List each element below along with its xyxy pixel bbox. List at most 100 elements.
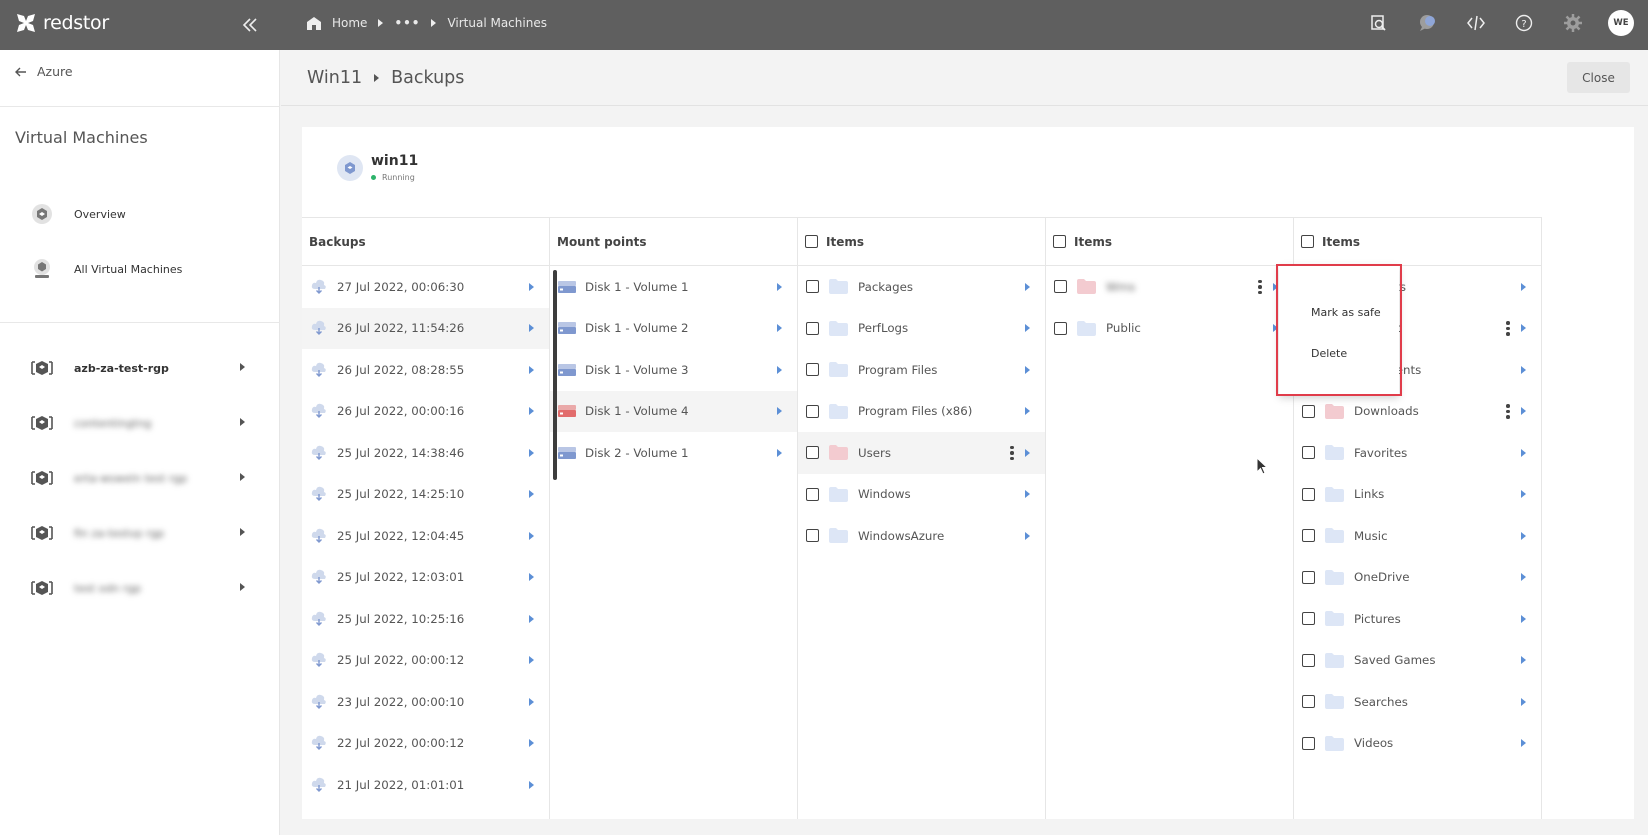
- chevron-right-icon[interactable]: [777, 282, 782, 291]
- sidebar-group[interactable]: test odn rgp: [30, 576, 141, 600]
- chevron-right-icon[interactable]: [1521, 282, 1526, 291]
- chevron-right-icon[interactable]: [529, 656, 534, 665]
- chevron-right-icon[interactable]: [240, 418, 245, 426]
- chevron-right-icon[interactable]: [1521, 365, 1526, 374]
- help-icon[interactable]: ?: [1512, 11, 1536, 35]
- chevron-right-icon[interactable]: [240, 528, 245, 536]
- chevron-right-icon[interactable]: [777, 365, 782, 374]
- brand-logo[interactable]: redstor: [15, 10, 109, 36]
- chevron-right-icon[interactable]: [240, 583, 245, 591]
- search-icon[interactable]: [1367, 11, 1391, 35]
- chevron-right-icon[interactable]: [1025, 531, 1030, 540]
- folder-row[interactable]: Public: [1046, 308, 1293, 350]
- more-options-icon[interactable]: [1258, 279, 1262, 294]
- chevron-right-icon[interactable]: [1521, 614, 1526, 623]
- backup-row[interactable]: 21 Jul 2022, 01:01:01: [302, 764, 549, 806]
- breadcrumb-home[interactable]: Home: [332, 16, 367, 30]
- chevron-right-icon[interactable]: [240, 473, 245, 481]
- folder-row[interactable]: Searches: [1294, 681, 1541, 723]
- sidebar-group[interactable]: fin za-testvp rgp: [30, 521, 164, 545]
- chevron-right-icon[interactable]: [1521, 656, 1526, 665]
- folder-row[interactable]: Users: [798, 432, 1045, 474]
- select-all-checkbox[interactable]: [1053, 235, 1066, 248]
- backup-row[interactable]: 25 Jul 2022, 14:38:46: [302, 432, 549, 474]
- mount-point-row[interactable]: Disk 1 - Volume 4: [550, 390, 797, 432]
- row-checkbox[interactable]: [1054, 321, 1067, 335]
- chevron-right-icon[interactable]: [1521, 531, 1526, 540]
- chevron-right-icon[interactable]: [1521, 739, 1526, 748]
- chevron-right-icon[interactable]: [1521, 697, 1526, 706]
- row-checkbox[interactable]: [806, 404, 819, 418]
- row-checkbox[interactable]: [1302, 612, 1315, 626]
- chevron-right-icon[interactable]: [529, 407, 534, 416]
- folder-row[interactable]: WindowsAzure: [798, 515, 1045, 557]
- home-icon[interactable]: [306, 16, 322, 31]
- backup-row[interactable]: 25 Jul 2022, 12:03:01: [302, 557, 549, 599]
- sidebar-group[interactable]: contentingtng: [30, 411, 151, 435]
- chevron-right-icon[interactable]: [777, 324, 782, 333]
- folder-row[interactable]: Program Files: [798, 349, 1045, 391]
- backup-row[interactable]: 26 Jul 2022, 11:54:26: [302, 307, 549, 349]
- chevron-right-icon[interactable]: [529, 531, 534, 540]
- backup-row[interactable]: 25 Jul 2022, 14:25:10: [302, 474, 549, 516]
- chevron-right-icon[interactable]: [529, 365, 534, 374]
- chevron-right-icon[interactable]: [529, 448, 534, 457]
- backup-row[interactable]: 25 Jul 2022, 12:04:45: [302, 515, 549, 557]
- chevron-right-icon[interactable]: [529, 739, 534, 748]
- chevron-right-icon[interactable]: [1025, 407, 1030, 416]
- breadcrumb-more[interactable]: •••: [394, 16, 420, 30]
- row-checkbox[interactable]: [1302, 529, 1315, 543]
- user-avatar[interactable]: WE: [1608, 10, 1634, 36]
- sidebar-group[interactable]: azb-za-test-rgp: [30, 356, 169, 380]
- row-checkbox[interactable]: [1302, 446, 1315, 460]
- more-options-icon[interactable]: [1010, 445, 1014, 460]
- sidebar-group[interactable]: erta-wsweln test rgp: [30, 466, 187, 490]
- more-options-icon[interactable]: [1506, 321, 1510, 336]
- chevron-right-icon[interactable]: [1025, 324, 1030, 333]
- chat-icon[interactable]: [1416, 11, 1440, 35]
- backups-scrollbar[interactable]: [553, 270, 557, 480]
- chevron-right-icon[interactable]: [529, 282, 534, 291]
- page-crumb-vm[interactable]: Win11: [307, 68, 362, 88]
- row-checkbox[interactable]: [1302, 695, 1315, 709]
- row-checkbox[interactable]: [806, 487, 819, 501]
- mount-point-row[interactable]: Disk 1 - Volume 2: [550, 308, 797, 350]
- chevron-right-icon[interactable]: [1521, 448, 1526, 457]
- backup-row[interactable]: 25 Jul 2022, 00:00:12: [302, 640, 549, 682]
- select-all-checkbox[interactable]: [1301, 235, 1314, 248]
- folder-row[interactable]: Links: [1294, 474, 1541, 516]
- settings-icon[interactable]: [1561, 11, 1585, 35]
- select-all-checkbox[interactable]: [805, 235, 818, 248]
- folder-row[interactable]: Program Files (x86): [798, 391, 1045, 433]
- row-checkbox[interactable]: [1302, 653, 1315, 667]
- chevron-right-icon[interactable]: [777, 407, 782, 416]
- sidebar-item-overview[interactable]: Overview: [30, 202, 126, 226]
- backup-row[interactable]: 22 Jul 2022, 00:00:12: [302, 723, 549, 765]
- folder-row[interactable]: Downloads: [1294, 391, 1541, 433]
- chevron-right-icon[interactable]: [529, 780, 534, 789]
- more-options-icon[interactable]: [1506, 404, 1510, 419]
- chevron-right-icon[interactable]: [1025, 365, 1030, 374]
- backup-row[interactable]: 26 Jul 2022, 08:28:55: [302, 349, 549, 391]
- collapse-sidebar-button[interactable]: [238, 13, 262, 37]
- folder-row[interactable]: Favorites: [1294, 432, 1541, 474]
- row-checkbox[interactable]: [1302, 570, 1315, 584]
- row-checkbox[interactable]: [806, 280, 819, 294]
- code-icon[interactable]: [1464, 11, 1488, 35]
- close-button[interactable]: Close: [1567, 62, 1630, 93]
- row-checkbox[interactable]: [1302, 487, 1315, 501]
- folder-row[interactable]: PerfLogs: [798, 308, 1045, 350]
- chevron-right-icon[interactable]: [1025, 490, 1030, 499]
- backup-row[interactable]: 27 Jul 2022, 00:06:30: [302, 266, 549, 308]
- row-checkbox[interactable]: [806, 529, 819, 543]
- folder-row[interactable]: Pictures: [1294, 598, 1541, 640]
- chevron-right-icon[interactable]: [1025, 282, 1030, 291]
- row-checkbox[interactable]: [1054, 280, 1067, 294]
- back-link[interactable]: Azure: [15, 64, 73, 79]
- backup-row[interactable]: 23 Jul 2022, 00:00:10: [302, 681, 549, 723]
- folder-row[interactable]: Saved Games: [1294, 640, 1541, 682]
- chevron-right-icon[interactable]: [529, 614, 534, 623]
- chevron-right-icon[interactable]: [1521, 573, 1526, 582]
- chevron-right-icon[interactable]: [529, 697, 534, 706]
- row-checkbox[interactable]: [1302, 404, 1315, 418]
